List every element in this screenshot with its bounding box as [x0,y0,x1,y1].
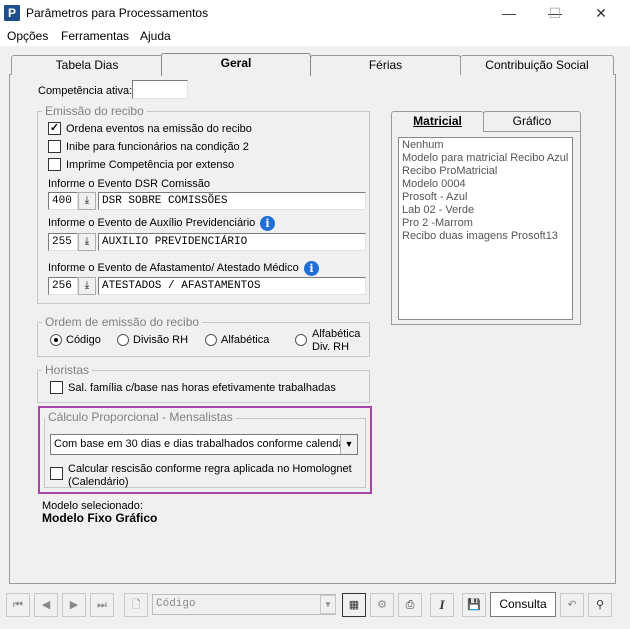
gear-icon[interactable]: ⚙ [370,593,394,617]
info-icon[interactable]: i [304,261,319,276]
undo-icon[interactable]: ↶ [560,593,584,617]
maximize-button[interactable]: ☐ [532,0,578,26]
auxilio-code-input[interactable]: 255 [48,233,78,251]
list-item[interactable]: Modelo 0004 [402,178,466,191]
radio-alfabetica[interactable] [205,334,217,346]
ordem-title: Ordem de emissão do recibo [42,315,203,329]
radio-alfabetica-div-rh-label-1: Alfabética [312,328,361,340]
menu-ajuda[interactable]: Ajuda [140,28,171,44]
app-icon: P [4,5,20,21]
afastamento-desc-field[interactable]: ATESTADOS / AFASTAMENTOS [98,277,366,295]
menu-ferramentas[interactable]: Ferramentas [61,28,129,44]
dsr-code-input[interactable]: 400 [48,192,78,210]
chevron-down-icon[interactable]: ▼ [340,435,357,454]
save-icon[interactable]: 💾 [462,593,486,617]
calcular-rescisao-label-1: Calcular rescisão conforme regra aplicad… [68,463,352,475]
download-arrow-icon: ⤓ [84,280,90,291]
list-item[interactable]: Lab 02 - Verde [402,204,474,217]
info-icon[interactable]: i [260,216,275,231]
close-button[interactable]: ✕ [578,0,624,26]
calculo-select[interactable]: Com base em 30 dias e dias trabalhados c… [50,434,358,455]
imprime-competencia-label: Imprime Competência por extenso [66,159,235,171]
auxilio-desc-field[interactable]: AUXILIO PREVIDENCIÁRIO [98,233,366,251]
competencia-label: Competência ativa: [38,85,133,97]
next-record-icon[interactable]: ▶ [62,593,86,617]
auxilio-label: Informe o Evento de Auxílio Previdenciár… [48,217,256,229]
binoculars-icon[interactable]: ⚲ [588,593,612,617]
list-item[interactable]: Nenhum [402,139,444,152]
chevron-down-icon[interactable]: ▼ [320,595,336,614]
download-arrow-icon: ⤓ [84,195,90,206]
horistas-title: Horistas [42,363,93,377]
imprime-competencia-checkbox[interactable] [48,158,61,171]
download-arrow-icon: ⤓ [84,236,90,247]
sal-familia-label: Sal. família c/base nas horas efetivamen… [68,382,336,394]
ordena-eventos-label: Ordena eventos na emissão do recibo [66,123,252,135]
menu-opcoes[interactable]: Opções [7,28,48,44]
last-record-icon[interactable]: ⏭ [90,593,114,617]
tab-grafico[interactable]: Gráfico [483,111,581,131]
calcular-rescisao-label-2: (Calendário) [68,476,129,488]
tab-geral[interactable]: Geral [161,53,311,76]
ordena-eventos-checkbox[interactable]: ✓ [48,122,61,135]
inibe-funcionarios-checkbox[interactable] [48,140,61,153]
search-combo-placeholder: Código [156,598,196,610]
radio-selected-dot [54,338,58,342]
tab-tabela-dias[interactable]: Tabela Dias [11,55,163,75]
check-mark-icon: ✓ [49,122,60,134]
radio-codigo-label: Código [66,334,101,346]
italic-icon[interactable]: I [430,593,454,617]
afastamento-label: Informe o Evento de Afastamento/ Atestad… [48,262,299,274]
list-item[interactable]: Pro 2 -Marrom [402,217,473,230]
sal-familia-checkbox[interactable] [50,381,63,394]
mode-indicator: Consulta [490,592,556,617]
calculo-select-value: Com base em 30 dias e dias trabalhados c… [54,438,357,450]
first-record-icon[interactable]: ⏮ [6,593,30,617]
modelo-value: Modelo Fixo Gráfico [42,511,158,525]
list-item[interactable]: Recibo ProMatricial [402,165,497,178]
document-icon[interactable]: 🗋 [124,593,148,617]
calcular-rescisao-checkbox[interactable] [50,467,63,480]
emissao-title: Emissão do recibo [42,104,147,118]
tab-ferias[interactable]: Férias [310,55,461,75]
form-view-icon[interactable]: ▦ [342,593,366,617]
dsr-lookup-button[interactable]: ⤓ [78,192,96,210]
radio-alfabetica-div-rh[interactable] [295,334,307,346]
tab-contribuicao-social[interactable]: Contribuição Social [460,55,614,75]
calculo-title: Cálculo Proporcional - Mensalistas [45,410,236,424]
minimize-button-2[interactable]: — [486,0,532,26]
window-title: Parâmetros para Processamentos [26,6,209,20]
radio-alfabetica-label: Alfabética [221,334,270,346]
list-item[interactable]: Recibo duas imagens Prosoft13 [402,230,558,243]
dsr-label: Informe o Evento DSR Comissão [48,178,211,190]
radio-codigo[interactable] [50,334,62,346]
tab-matricial[interactable]: Matricial [391,111,484,132]
dsr-desc-field[interactable]: DSR SOBRE COMISSÕES [98,192,366,210]
inibe-funcionarios-label: Inibe para funcionários na condição 2 [66,141,249,153]
radio-divisao-rh-label: Divisão RH [133,334,189,346]
auxilio-lookup-button[interactable]: ⤓ [78,233,96,251]
afastamento-code-input[interactable]: 256 [48,277,78,295]
list-item[interactable]: Modelo para matricial Recibo Azul [402,152,568,165]
afastamento-lookup-button[interactable]: ⤓ [78,277,96,295]
list-item[interactable]: Prosoft - Azul [402,191,467,204]
competencia-input[interactable] [132,80,188,99]
print-icon[interactable]: ⎙ [398,593,422,617]
radio-alfabetica-div-rh-label-2: Div. RH [312,341,350,353]
radio-divisao-rh[interactable] [117,334,129,346]
search-combo[interactable]: Código [152,594,336,615]
prev-record-icon[interactable]: ◀ [34,593,58,617]
